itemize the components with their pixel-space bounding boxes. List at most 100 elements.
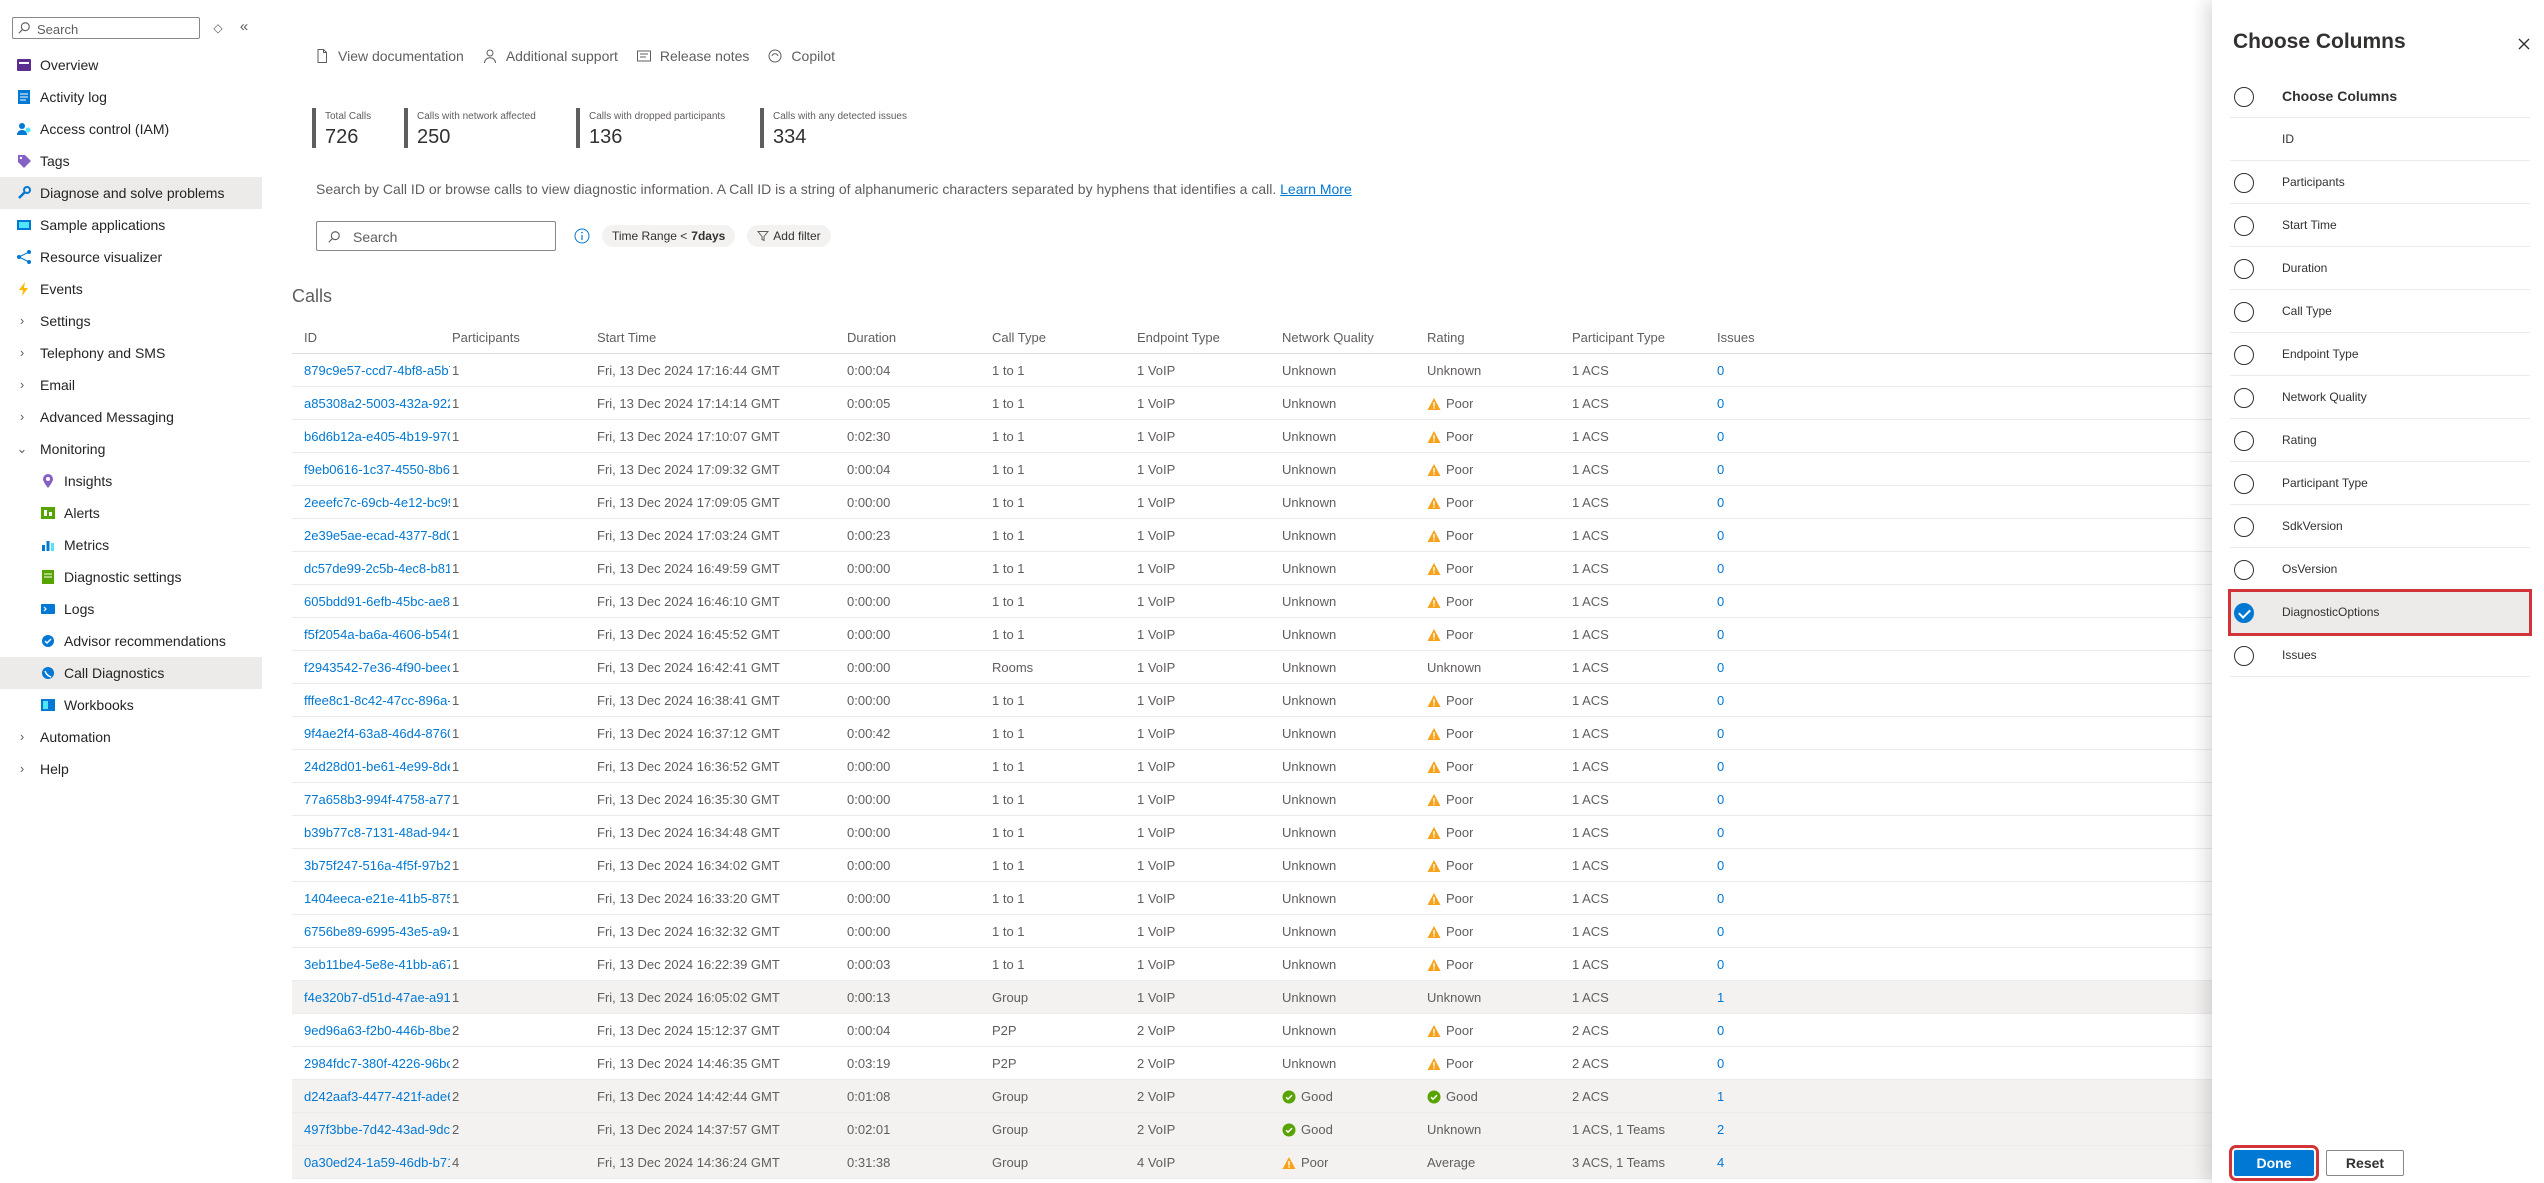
cell-id[interactable]: 1404eeca-e21e-41b5-8758-96407eea60 [304, 891, 450, 906]
cell-issues[interactable]: 1 [1717, 990, 1724, 1005]
cell-issues[interactable]: 0 [1717, 891, 1724, 906]
table-row[interactable]: f9eb0616-1c37-4550-8b69-1c57086e3f21 Fri,… [292, 453, 2212, 486]
sidebar-item-access-control-iam[interactable]: Access control (IAM) [0, 113, 262, 145]
sidebar-item-resource-visualizer[interactable]: Resource visualizer [0, 241, 262, 273]
table-row[interactable]: 24d28d01-be61-4e99-8de4-5db13bd5b1 Fri, 1… [292, 750, 2212, 783]
column-option-duration[interactable]: Duration [2230, 247, 2530, 290]
call-search-input[interactable]: Search [316, 221, 556, 251]
close-icon[interactable] [2516, 36, 2532, 52]
cell-id[interactable]: fffee8c1-8c42-47cc-896a-0c02c3498e3 [304, 693, 450, 708]
radio-unchecked-icon[interactable] [2234, 87, 2254, 107]
sidebar-item-alerts[interactable]: Alerts [0, 497, 262, 529]
table-row[interactable]: f2943542-7e36-4f90-beec-88b73cc16901 Fri,… [292, 651, 2212, 684]
column-option-id[interactable]: ID [2230, 118, 2530, 161]
reset-button[interactable]: Reset [2326, 1150, 2404, 1176]
column-header[interactable]: Issues [1717, 330, 1755, 345]
cell-id[interactable]: 9ed96a63-f2b0-446b-8be2-5bb685b128 [304, 1023, 450, 1038]
table-row[interactable]: 9f4ae2f4-63a8-46d4-8760-7685737fb3e1 Fri,… [292, 717, 2212, 750]
sidebar-item-monitoring[interactable]: ⌄ Monitoring [0, 433, 262, 465]
column-option-osversion[interactable]: OsVersion [2230, 548, 2530, 591]
column-header[interactable]: ID [304, 330, 317, 345]
table-row[interactable]: 9ed96a63-f2b0-446b-8be2-5bb685b1282 Fri, … [292, 1014, 2212, 1047]
table-row[interactable]: 605bdd91-6efb-45bc-ae8e-5346c9009e1 Fri, … [292, 585, 2212, 618]
column-option-participant-type[interactable]: Participant Type [2230, 462, 2530, 505]
sidebar-item-email[interactable]: › Email [0, 369, 262, 401]
table-row[interactable]: b6d6b12a-e405-4b19-9706-3ab23584741 Fri, … [292, 420, 2212, 453]
cell-id[interactable]: b39b77c8-7131-48ad-9441-ef67b12446 [304, 825, 450, 840]
cell-issues[interactable]: 0 [1717, 396, 1724, 411]
cell-issues[interactable]: 1 [1717, 1089, 1724, 1104]
cell-id[interactable]: f5f2054a-ba6a-4606-b546-6743bfa1985 [304, 627, 450, 642]
radio-unchecked-icon[interactable] [2234, 302, 2254, 322]
learn-more-link[interactable]: Learn More [1280, 181, 1352, 197]
cell-issues[interactable]: 0 [1717, 627, 1724, 642]
cell-id[interactable]: 2e39e5ae-ecad-4377-8d07-bcc396d6b3 [304, 528, 450, 543]
release-notes-button[interactable]: Release notes [636, 48, 749, 64]
cell-issues[interactable]: 0 [1717, 660, 1724, 675]
column-header[interactable]: Network Quality [1282, 330, 1374, 345]
sidebar-item-telephony-and-sms[interactable]: › Telephony and SMS [0, 337, 262, 369]
radio-unchecked-icon[interactable] [2234, 173, 2254, 193]
radio-checked-icon[interactable] [2234, 603, 2254, 623]
cell-id[interactable]: dc57de99-2c5b-4ec8-b81f-167035ff645 [304, 561, 450, 576]
table-row[interactable]: fffee8c1-8c42-47cc-896a-0c02c3498e31 Fri,… [292, 684, 2212, 717]
sidebar-search-input[interactable]: Search [12, 17, 200, 39]
column-header[interactable]: Participants [452, 330, 520, 345]
cell-issues[interactable]: 4 [1717, 1155, 1724, 1170]
cell-id[interactable]: f9eb0616-1c37-4550-8b69-1c57086e3f2 [304, 462, 450, 477]
cell-issues[interactable]: 0 [1717, 363, 1724, 378]
radio-unchecked-icon[interactable] [2234, 474, 2254, 494]
table-row[interactable]: 0a30ed24-1a59-46db-b713-f78e4d78bb4Fri, … [292, 1146, 2212, 1179]
column-header[interactable]: Participant Type [1572, 330, 1665, 345]
sidebar-item-call-diagnostics[interactable]: Call Diagnostics [0, 657, 262, 689]
cell-issues[interactable]: 0 [1717, 429, 1724, 444]
column-option-network-quality[interactable]: Network Quality [2230, 376, 2530, 419]
radio-unchecked-icon[interactable] [2234, 560, 2254, 580]
sidebar-item-logs[interactable]: Logs [0, 593, 262, 625]
cell-issues[interactable]: 0 [1717, 858, 1724, 873]
cell-issues[interactable]: 0 [1717, 726, 1724, 741]
cell-issues[interactable]: 0 [1717, 957, 1724, 972]
radio-unchecked-icon[interactable] [2234, 431, 2254, 451]
sidebar-item-advanced-messaging[interactable]: › Advanced Messaging [0, 401, 262, 433]
cell-issues[interactable]: 0 [1717, 462, 1724, 477]
column-option-endpoint-type[interactable]: Endpoint Type [2230, 333, 2530, 376]
table-row[interactable]: 3eb11be4-5e8e-41bb-a677-d8ed0e5631 Fri, 1… [292, 948, 2212, 981]
sidebar-item-tags[interactable]: Tags [0, 145, 262, 177]
cell-id[interactable]: 24d28d01-be61-4e99-8de4-5db13bd5b [304, 759, 450, 774]
cell-id[interactable]: 2eeefc7c-69cb-4e12-bc99-fb630e976b4 [304, 495, 450, 510]
cell-id[interactable]: 9f4ae2f4-63a8-46d4-8760-7685737fb3e [304, 726, 450, 741]
cell-id[interactable]: 6756be89-6995-43e5-a94f-c3ebc1e0bf5 [304, 924, 450, 939]
cell-id[interactable]: b6d6b12a-e405-4b19-9706-3ab2358474 [304, 429, 450, 444]
cell-issues[interactable]: 0 [1717, 561, 1724, 576]
cell-id[interactable]: d242aaf3-4477-421f-ade6-757e54f534d [304, 1089, 450, 1104]
column-option-rating[interactable]: Rating [2230, 419, 2530, 462]
table-row[interactable]: 497f3bbe-7d42-43ad-9dc3-66b28878ad2Fri, … [292, 1113, 2212, 1146]
table-row[interactable]: dc57de99-2c5b-4ec8-b81f-167035ff6451 Fri,… [292, 552, 2212, 585]
cell-issues[interactable]: 0 [1717, 693, 1724, 708]
cell-id[interactable]: 77a658b3-994f-4758-a775-877fede224 [304, 792, 450, 807]
cell-issues[interactable]: 0 [1717, 792, 1724, 807]
column-option-call-type[interactable]: Call Type [2230, 290, 2530, 333]
sidebar-item-automation[interactable]: › Automation [0, 721, 262, 753]
cell-issues[interactable]: 0 [1717, 924, 1724, 939]
table-row[interactable]: 2984fdc7-380f-4226-96bc-bc8ec8892262 Fri,… [292, 1047, 2212, 1080]
sidebar-item-insights[interactable]: Insights [0, 465, 262, 497]
table-row[interactable]: 2eeefc7c-69cb-4e12-bc99-fb630e976b41 Fri,… [292, 486, 2212, 519]
cell-id[interactable]: 879c9e57-ccd7-4bf8-a5b7-b94d30be6b7 [304, 363, 450, 378]
cell-id[interactable]: 0a30ed24-1a59-46db-b713-f78e4d78bb [304, 1155, 450, 1170]
column-header[interactable]: Endpoint Type [1137, 330, 1220, 345]
table-row[interactable]: 1404eeca-e21e-41b5-8758-96407eea601 Fri, … [292, 882, 2212, 915]
cell-id[interactable]: 2984fdc7-380f-4226-96bc-bc8ec889226 [304, 1056, 450, 1071]
sidebar-item-help[interactable]: › Help [0, 753, 262, 785]
radio-unchecked-icon[interactable] [2234, 646, 2254, 666]
cell-issues[interactable]: 0 [1717, 759, 1724, 774]
info-icon[interactable] [574, 228, 590, 244]
cell-issues[interactable]: 0 [1717, 1056, 1724, 1071]
sidebar-item-events[interactable]: Events [0, 273, 262, 305]
view-documentation-button[interactable]: View documentation [314, 48, 464, 64]
cell-issues[interactable]: 0 [1717, 825, 1724, 840]
cell-id[interactable]: f4e320b7-d51d-47ae-a91e-37fe243e08 [304, 990, 450, 1005]
sidebar-item-advisor-recommendations[interactable]: Advisor recommendations [0, 625, 262, 657]
column-option-start-time[interactable]: Start Time [2230, 204, 2530, 247]
